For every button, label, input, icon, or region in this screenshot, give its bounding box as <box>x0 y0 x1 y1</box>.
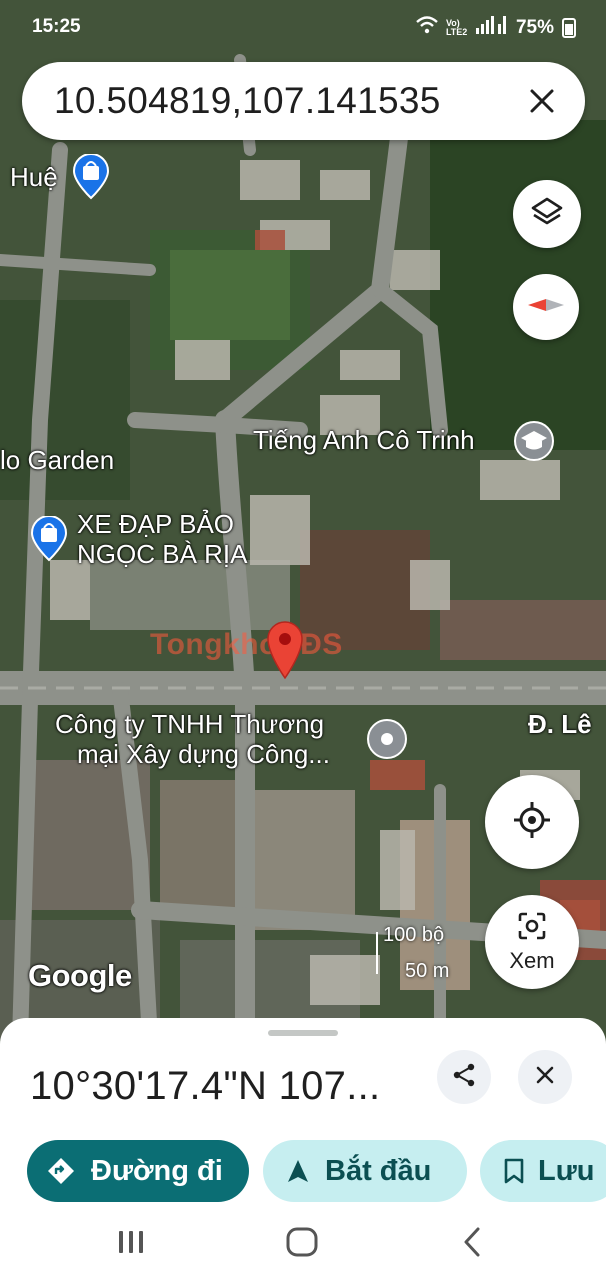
scale-m: 50 m <box>405 960 450 982</box>
home-icon[interactable] <box>285 1226 319 1263</box>
close-sheet-button[interactable] <box>518 1050 572 1104</box>
street-label: Đ. Lê <box>528 709 592 739</box>
poi-label-company-line2: mại Xây dựng Công... <box>77 738 330 769</box>
dropped-pin[interactable] <box>266 620 304 685</box>
poi-label-bike-line1: XE ĐẠP BẢO <box>77 509 235 539</box>
close-icon[interactable] <box>519 78 565 124</box>
google-logo: Google <box>28 958 132 993</box>
sheet-drag-handle[interactable] <box>268 1030 338 1036</box>
lens-label: Xem <box>509 947 555 973</box>
shopping-bag-icon[interactable] <box>72 153 110 205</box>
battery-percent: 75% <box>515 17 554 38</box>
poi-label-school[interactable]: Tiếng Anh Cô Trinh <box>253 425 475 456</box>
layers-button[interactable] <box>513 180 581 248</box>
satellite-map[interactable]: 15:25 Vo) LTE2 75% 10.504819,107.141535 <box>0 0 606 1040</box>
lens-icon <box>517 911 547 946</box>
wifi-icon <box>416 16 438 40</box>
start-label: Bắt đầu <box>325 1154 432 1187</box>
search-query[interactable]: 10.504819,107.141535 <box>54 80 441 122</box>
share-button[interactable] <box>437 1050 491 1104</box>
save-label: Lưu <box>538 1154 595 1187</box>
start-button[interactable]: Bắt đầu <box>263 1140 467 1202</box>
watermark: TongkhoBĐS <box>150 628 343 661</box>
status-bar: 15:25 Vo) LTE2 75% <box>0 0 606 56</box>
poi-label-company-line1: Công ty TNHH Thương <box>55 709 325 739</box>
scale-ft: 100 bộ <box>383 924 445 946</box>
poi-label-garden[interactable]: lo Garden <box>0 445 114 476</box>
place-coordinates: 10°30'17.4"N 107... <box>30 1064 381 1108</box>
poi-label-hue[interactable]: Huệ <box>10 162 58 193</box>
close-icon <box>535 1065 555 1090</box>
save-button[interactable]: Lưu <box>480 1140 606 1202</box>
lens-button[interactable]: Xem <box>485 895 579 989</box>
network-label: Vo) LTE2 <box>445 18 468 37</box>
graduation-cap-icon[interactable] <box>513 420 555 467</box>
poi-label-company[interactable]: Công ty TNHH Thương mại Xây dựng Công... <box>55 709 330 770</box>
battery-icon <box>562 18 576 38</box>
directions-icon <box>47 1157 75 1185</box>
status-icons: Vo) LTE2 75% <box>416 16 576 40</box>
map-scale: 100 bộ 50 m <box>375 924 463 984</box>
signal-icon <box>475 16 508 40</box>
share-icon <box>451 1062 477 1093</box>
locate-icon <box>512 800 552 845</box>
directions-button[interactable]: Đường đi <box>27 1140 249 1202</box>
place-icon[interactable] <box>366 718 408 765</box>
back-icon[interactable] <box>460 1226 484 1263</box>
navigate-icon <box>287 1159 309 1183</box>
search-bar[interactable]: 10.504819,107.141535 <box>22 62 585 140</box>
layers-icon <box>530 195 564 234</box>
compass-button[interactable] <box>513 274 579 340</box>
clock: 15:25 <box>32 16 81 37</box>
bookmark-icon <box>504 1158 524 1184</box>
directions-label: Đường đi <box>91 1154 223 1187</box>
shopping-bag-icon[interactable] <box>30 515 68 567</box>
poi-label-bike-shop[interactable]: XE ĐẠP BẢO NGỌC BÀ RỊA <box>77 509 248 570</box>
recent-apps-icon[interactable] <box>116 1228 146 1261</box>
system-nav-bar <box>0 1208 606 1280</box>
compass-icon <box>526 296 566 319</box>
poi-label-bike-line2: NGỌC BÀ RỊA <box>77 538 248 569</box>
my-location-button[interactable] <box>485 775 579 869</box>
